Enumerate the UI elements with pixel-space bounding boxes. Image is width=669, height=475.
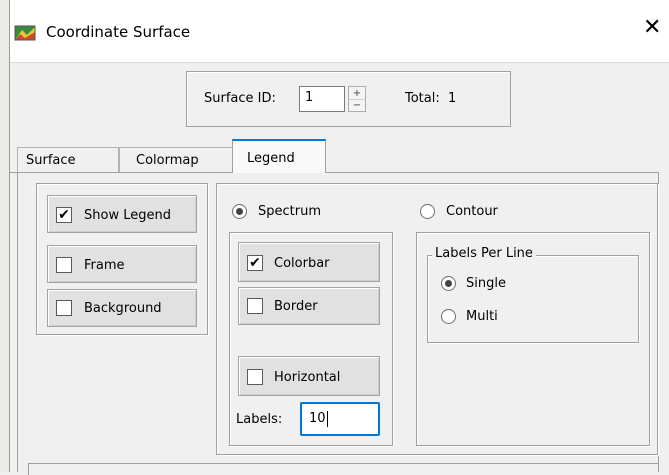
labels-per-line-group: [427, 255, 639, 343]
colorbar-label: Colorbar: [274, 256, 330, 271]
tab-legend[interactable]: Legend: [232, 139, 326, 173]
horizontal-checkbox[interactable]: [247, 369, 263, 385]
tab-surface[interactable]: Surface: [17, 147, 119, 172]
frame-checkbox[interactable]: [56, 257, 72, 273]
labels-per-line-title: Labels Per Line: [432, 246, 536, 261]
bottom-group-edge: [28, 463, 659, 475]
close-icon[interactable]: ✕: [643, 17, 661, 39]
spectrum-label: Spectrum: [258, 204, 321, 219]
frame-label: Frame: [84, 258, 125, 273]
show-legend-checkbox[interactable]: ✔: [56, 207, 72, 223]
labels-label: Labels:: [236, 412, 283, 427]
window-title: Coordinate Surface: [46, 23, 191, 41]
multi-radio[interactable]: [441, 309, 456, 324]
colorbar-checkbox[interactable]: ✔: [247, 255, 263, 271]
multi-label: Multi: [466, 309, 498, 324]
surface-id-input[interactable]: 1: [299, 86, 345, 112]
tab-colormap[interactable]: Colormap: [119, 147, 233, 172]
total-label: Total:: [405, 91, 440, 106]
text-cursor: [326, 410, 328, 427]
surface-id-label: Surface ID:: [204, 91, 276, 106]
contour-label: Contour: [446, 204, 498, 219]
total-value: 1: [448, 91, 457, 106]
spectrum-radio[interactable]: [232, 204, 247, 219]
single-label: Single: [466, 276, 506, 291]
border-label: Border: [274, 299, 318, 314]
spin-up-icon[interactable]: +: [349, 88, 365, 99]
labels-count-input[interactable]: 10: [300, 402, 380, 436]
show-legend-label: Show Legend: [84, 208, 171, 223]
border-checkbox[interactable]: [247, 298, 263, 314]
surface-id-spinner[interactable]: + −: [348, 86, 366, 112]
single-radio[interactable]: [441, 276, 456, 291]
labels-count-value: 10: [309, 411, 326, 426]
contour-radio[interactable]: [420, 204, 435, 219]
background-window-edge: [0, 0, 10, 472]
colorful-surface-icon: [14, 24, 36, 42]
spin-down-icon[interactable]: −: [349, 99, 365, 111]
background-checkbox[interactable]: [56, 300, 72, 316]
horizontal-label: Horizontal: [274, 370, 341, 385]
background-label: Background: [84, 301, 162, 316]
